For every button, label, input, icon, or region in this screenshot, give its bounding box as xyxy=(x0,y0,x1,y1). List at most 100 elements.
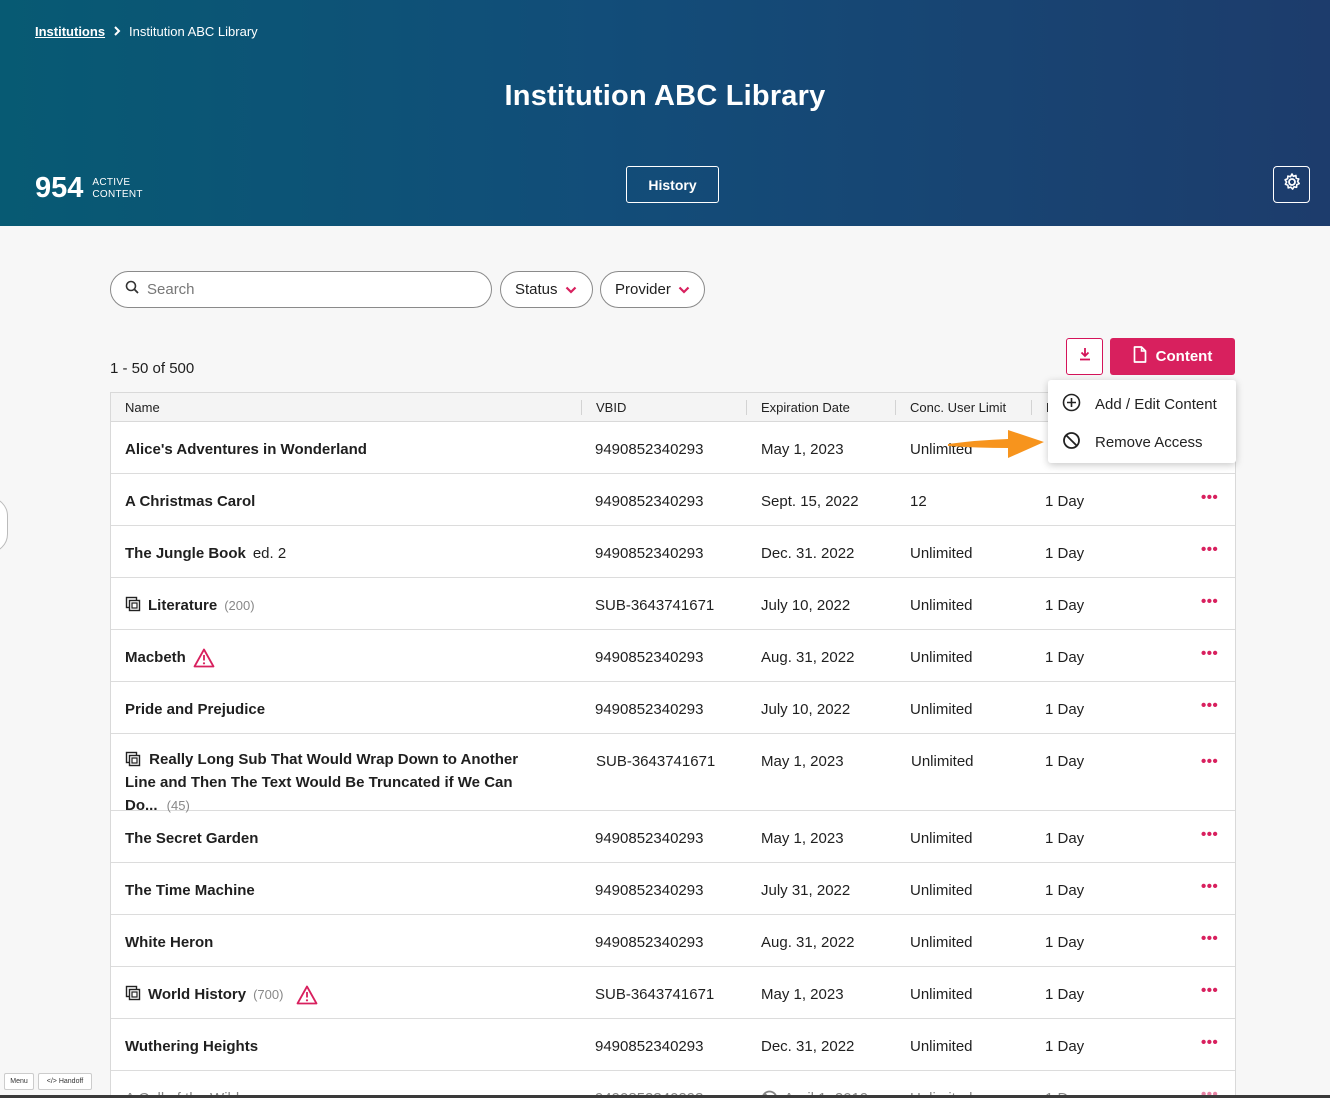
table-row[interactable]: World History (700) SUB-3643741671 May 1… xyxy=(111,967,1235,1019)
column-header-conc-limit[interactable]: Conc. User Limit xyxy=(895,400,1006,415)
row-duration: 1 Day xyxy=(1045,701,1085,718)
column-header-name[interactable]: Name xyxy=(111,393,160,422)
search-input[interactable] xyxy=(147,281,467,298)
table-row[interactable]: Wuthering Heights 9490852340293 Dec. 31,… xyxy=(111,1019,1235,1071)
more-icon[interactable]: ••• xyxy=(1201,752,1218,771)
table-row[interactable]: The Secret Garden 9490852340293 May 1, 2… xyxy=(111,811,1235,863)
table-row[interactable]: Really Long Sub That Would Wrap Down to … xyxy=(111,734,1235,814)
more-icon[interactable]: ••• xyxy=(1201,825,1218,844)
row-vbid: 9490852340293 xyxy=(595,701,704,718)
column-header-expiration[interactable]: Expiration Date xyxy=(746,400,850,415)
row-expiration: July 10, 2022 xyxy=(761,597,851,614)
status-filter-label: Status xyxy=(515,281,558,298)
row-conc-limit: Unlimited xyxy=(910,545,973,562)
block-icon xyxy=(1062,431,1081,454)
row-conc-limit: Unlimited xyxy=(910,649,973,666)
handoff-button[interactable]: </> Handoff xyxy=(38,1073,92,1090)
row-conc-limit: Unlimited xyxy=(910,934,973,951)
row-expiration: Dec. 31, 2022 xyxy=(761,1038,855,1055)
content-button[interactable]: Content xyxy=(1110,338,1235,375)
download-button[interactable] xyxy=(1066,338,1103,375)
settings-button[interactable] xyxy=(1273,166,1310,203)
row-expiration: Aug. 31, 2022 xyxy=(761,649,855,666)
menu-item-label: Remove Access xyxy=(1095,434,1203,451)
table-row[interactable]: A Christmas Carol 9490852340293 Sept. 15… xyxy=(111,474,1235,526)
history-button[interactable]: History xyxy=(626,166,719,203)
row-name[interactable]: The Time Machine xyxy=(125,881,555,900)
row-name: World History xyxy=(148,986,247,1003)
row-duration: 1 Day xyxy=(1045,493,1085,510)
row-duration: 1 Day xyxy=(1045,882,1085,899)
table-row[interactable]: White Heron 9490852340293 Aug. 31, 2022 … xyxy=(111,915,1235,967)
more-icon[interactable]: ••• xyxy=(1201,1033,1218,1052)
table-row[interactable]: The Time Machine 9490852340293 July 31, … xyxy=(111,863,1235,915)
table-row[interactable]: Literature (200) SUB-3643741671 July 10,… xyxy=(111,578,1235,630)
row-name[interactable]: Alice's Adventures in Wonderland xyxy=(125,440,555,459)
collection-icon xyxy=(125,751,141,767)
more-icon[interactable]: ••• xyxy=(1201,929,1218,948)
row-duration: 1 Day xyxy=(1045,986,1085,1003)
pagination-range: 1 - 50 of 500 xyxy=(110,360,195,377)
row-duration: 1 Day xyxy=(1045,830,1085,847)
search-field[interactable] xyxy=(110,271,492,308)
active-count-label: ACTIVE CONTENT xyxy=(92,177,142,201)
annotation-arrow-icon xyxy=(948,420,1046,469)
row-name[interactable]: White Heron xyxy=(125,933,555,952)
row-vbid: 9490852340293 xyxy=(595,882,704,899)
collection-icon xyxy=(125,596,141,612)
menu-item-add-edit-content[interactable]: Add / Edit Content xyxy=(1062,393,1217,416)
row-expiration: July 31, 2022 xyxy=(761,882,851,899)
row-vbid: 9490852340293 xyxy=(595,649,704,666)
warning-icon xyxy=(193,648,215,668)
collection-icon xyxy=(125,985,141,1001)
chevron-down-icon xyxy=(678,281,690,298)
more-icon[interactable]: ••• xyxy=(1201,696,1218,715)
row-name: The Jungle Book xyxy=(125,545,246,562)
row-name[interactable]: Wuthering Heights xyxy=(125,1037,555,1056)
row-duration: 1 Day xyxy=(1045,934,1085,951)
content-actions-menu: Add / Edit Content Remove Access xyxy=(1048,380,1236,463)
provider-filter-dropdown[interactable]: Provider xyxy=(600,271,705,308)
row-name-cell[interactable]: Literature (200) xyxy=(125,596,555,615)
row-vbid: 9490852340293 xyxy=(595,545,704,562)
row-conc-limit: Unlimited xyxy=(910,1038,973,1055)
breadcrumb-institutions-link[interactable]: Institutions xyxy=(35,24,105,39)
more-icon[interactable]: ••• xyxy=(1201,540,1218,559)
page-header: Institutions Institution ABC Library Ins… xyxy=(0,0,1330,226)
menu-item-remove-access[interactable]: Remove Access xyxy=(1062,431,1203,454)
column-header-vbid[interactable]: VBID xyxy=(581,400,626,415)
table-row[interactable]: The Jungle Book ed. 2 9490852340293 Dec.… xyxy=(111,526,1235,578)
status-filter-dropdown[interactable]: Status xyxy=(500,271,593,308)
more-icon[interactable]: ••• xyxy=(1201,488,1218,507)
row-expiration: July 10, 2022 xyxy=(761,701,851,718)
row-name-cell[interactable]: The Jungle Book ed. 2 xyxy=(125,544,555,563)
row-name[interactable]: A Christmas Carol xyxy=(125,492,555,511)
chevron-down-icon xyxy=(565,281,577,298)
more-icon[interactable]: ••• xyxy=(1201,644,1218,663)
row-conc-limit: Unlimited xyxy=(910,830,973,847)
row-duration: 1 Day xyxy=(1045,597,1085,614)
breadcrumb: Institutions Institution ABC Library xyxy=(35,24,258,39)
side-panel-handle[interactable] xyxy=(0,497,8,553)
more-icon[interactable]: ••• xyxy=(1201,592,1218,611)
row-expiration: May 1, 2023 xyxy=(761,830,844,847)
row-name-cell[interactable]: World History (700) xyxy=(125,985,555,1005)
active-label-line1: ACTIVE xyxy=(92,176,131,188)
table-row[interactable]: Macbeth 9490852340293 Aug. 31, 2022 Unli… xyxy=(111,630,1235,682)
menu-button[interactable]: Menu xyxy=(4,1073,34,1090)
row-name-cell[interactable]: Really Long Sub That Would Wrap Down to … xyxy=(125,748,545,817)
more-icon[interactable]: ••• xyxy=(1201,877,1218,896)
row-expiration: Dec. 31. 2022 xyxy=(761,545,855,562)
row-duration: 1 Day xyxy=(1045,545,1085,562)
more-icon[interactable]: ••• xyxy=(1201,981,1218,1000)
table-row[interactable]: A Call of the Wild 9490852340293 April 1… xyxy=(111,1071,1235,1098)
table-row[interactable]: Pride and Prejudice 9490852340293 July 1… xyxy=(111,682,1235,734)
row-duration: 1 Day xyxy=(1045,649,1085,666)
row-expiration: Aug. 31, 2022 xyxy=(761,934,855,951)
row-name[interactable]: Pride and Prejudice xyxy=(125,700,555,719)
row-name-cell[interactable]: Macbeth xyxy=(125,648,555,668)
row-expiration: Sept. 15, 2022 xyxy=(761,493,859,510)
row-edition: ed. 2 xyxy=(252,545,287,562)
row-name[interactable]: The Secret Garden xyxy=(125,829,555,848)
row-conc-limit: Unlimited xyxy=(911,753,974,770)
